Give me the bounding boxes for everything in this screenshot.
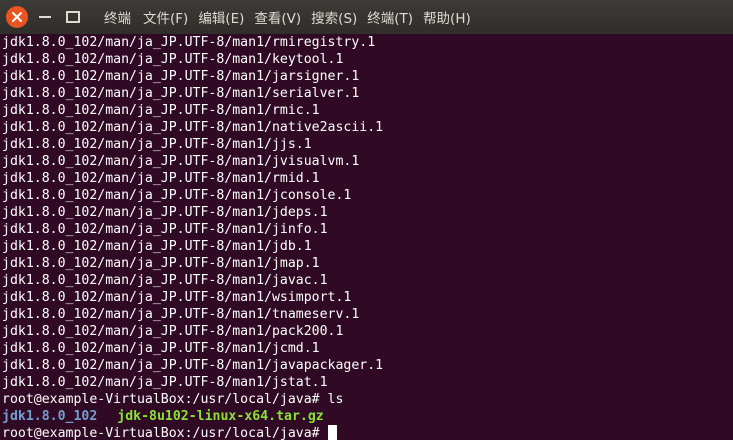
text-cursor xyxy=(327,425,337,440)
ls-command-line: root@example-VirtualBox:/usr/local/java#… xyxy=(2,392,344,407)
directory-entry: jdk1.8.0_102 xyxy=(2,409,98,424)
maximize-icon xyxy=(66,11,80,23)
output-line: jdk1.8.0_102/man/ja_JP.UTF-8/man1/serial… xyxy=(2,86,360,101)
output-line: jdk1.8.0_102/man/ja_JP.UTF-8/man1/jconso… xyxy=(2,188,352,203)
output-line: jdk1.8.0_102/man/ja_JP.UTF-8/man1/rmic.1 xyxy=(2,103,320,118)
output-line: jdk1.8.0_102/man/ja_JP.UTF-8/man1/tnames… xyxy=(2,307,360,322)
close-icon xyxy=(12,12,22,22)
output-line: jdk1.8.0_102/man/ja_JP.UTF-8/man1/jdb.1 xyxy=(2,239,312,254)
terminal-window: 终端 文件(F) 编辑(E) 查看(V) 搜索(S) 终端(T) 帮助(H) j… xyxy=(0,0,733,440)
terminal-output[interactable]: jdk1.8.0_102/man/ja_JP.UTF-8/man1/rmireg… xyxy=(2,34,733,440)
archive-entry: jdk-8u102-linux-x64.tar.gz xyxy=(117,409,324,424)
menu-edit[interactable]: 编辑(E) xyxy=(198,7,244,27)
output-line: jdk1.8.0_102/man/ja_JP.UTF-8/man1/jarsig… xyxy=(2,69,360,84)
menu-view[interactable]: 查看(V) xyxy=(254,7,301,27)
output-line: jdk1.8.0_102/man/ja_JP.UTF-8/man1/rmid.1 xyxy=(2,171,320,186)
window-title: 终端 xyxy=(104,11,131,27)
close-button[interactable] xyxy=(6,6,28,28)
output-line: jdk1.8.0_102/man/ja_JP.UTF-8/man1/jvisua… xyxy=(2,154,360,169)
output-line: jdk1.8.0_102/man/ja_JP.UTF-8/man1/keytoo… xyxy=(2,52,344,67)
output-line: jdk1.8.0_102/man/ja_JP.UTF-8/man1/javapa… xyxy=(2,358,384,373)
ls-result-line: jdk1.8.0_102 jdk-8u102-linux-x64.tar.gz xyxy=(2,408,733,425)
output-line: jdk1.8.0_102/man/ja_JP.UTF-8/man1/jmap.1 xyxy=(2,256,320,271)
output-line: jdk1.8.0_102/man/ja_JP.UTF-8/man1/jstat.… xyxy=(2,375,328,390)
output-line: jdk1.8.0_102/man/ja_JP.UTF-8/man1/jjs.1 xyxy=(2,137,312,152)
prompt-line[interactable]: root@example-VirtualBox:/usr/local/java# xyxy=(2,425,733,440)
maximize-button[interactable] xyxy=(62,6,84,28)
menu-search[interactable]: 搜索(S) xyxy=(311,7,357,27)
menu-help[interactable]: 帮助(H) xyxy=(423,7,471,27)
title-bar: 终端 文件(F) 编辑(E) 查看(V) 搜索(S) 终端(T) 帮助(H) xyxy=(0,0,733,34)
output-line: jdk1.8.0_102/man/ja_JP.UTF-8/man1/jcmd.1 xyxy=(2,341,320,356)
output-line: jdk1.8.0_102/man/ja_JP.UTF-8/man1/javac.… xyxy=(2,273,328,288)
output-line: jdk1.8.0_102/man/ja_JP.UTF-8/man1/native… xyxy=(2,120,384,135)
minimize-icon xyxy=(39,16,51,18)
output-line: jdk1.8.0_102/man/ja_JP.UTF-8/man1/rmireg… xyxy=(2,35,376,50)
output-line: jdk1.8.0_102/man/ja_JP.UTF-8/man1/pack20… xyxy=(2,324,344,339)
shell-prompt: root@example-VirtualBox:/usr/local/java# xyxy=(2,426,320,440)
output-line: jdk1.8.0_102/man/ja_JP.UTF-8/man1/jinfo.… xyxy=(2,222,328,237)
menu-terminal[interactable]: 终端(T) xyxy=(367,7,413,27)
output-line: jdk1.8.0_102/man/ja_JP.UTF-8/man1/wsimpo… xyxy=(2,290,352,305)
menu-bar: 终端 文件(F) 编辑(E) 查看(V) 搜索(S) 终端(T) 帮助(H) xyxy=(104,0,481,34)
output-line: jdk1.8.0_102/man/ja_JP.UTF-8/man1/jdeps.… xyxy=(2,205,328,220)
menu-file[interactable]: 文件(F) xyxy=(143,7,188,27)
minimize-button[interactable] xyxy=(34,6,56,28)
